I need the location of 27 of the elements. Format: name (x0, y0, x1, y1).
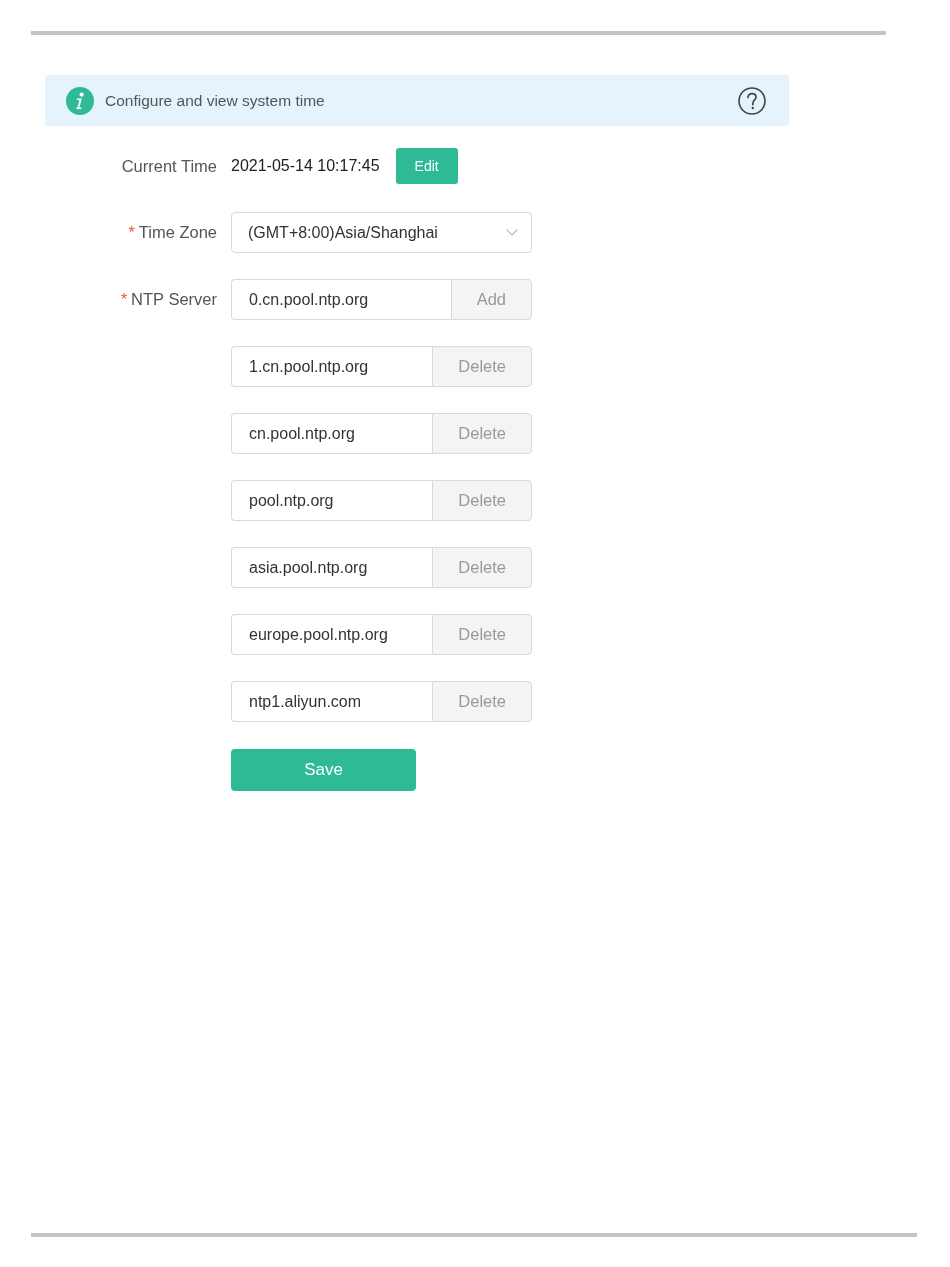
info-icon (66, 86, 94, 115)
delete-button[interactable]: Delete (432, 614, 532, 655)
current-time-value: 2021-05-14 10:17:45 (231, 157, 380, 175)
delete-button[interactable]: Delete (432, 346, 532, 387)
ntp-server-field[interactable]: europe.pool.ntp.org (231, 614, 433, 655)
ntp-server-field[interactable]: 0.cn.pool.ntp.org (231, 279, 451, 320)
ntp-server-field[interactable]: asia.pool.ntp.org (231, 547, 433, 588)
delete-button[interactable]: Delete (432, 681, 532, 722)
form-label: Current Time (121, 156, 217, 176)
required-asterisk: * (128, 223, 135, 242)
banner-text: Configure and view system time (105, 91, 326, 110)
chevron-down-icon (506, 229, 518, 236)
help-icon[interactable] (738, 86, 766, 115)
edit-button[interactable]: Edit (395, 148, 458, 184)
ntp-server-field[interactable]: pool.ntp.org (231, 480, 433, 521)
form-label: NTP Server (131, 290, 217, 309)
delete-button[interactable]: Delete (432, 413, 532, 454)
delete-button[interactable]: Delete (432, 480, 532, 521)
ntp-server-field[interactable]: ntp1.aliyun.com (231, 681, 433, 722)
save-button[interactable]: Save (231, 749, 416, 791)
time-zone-select[interactable]: (GMT+8:00)Asia/Shanghai (231, 212, 532, 253)
form-label: Time Zone (138, 223, 217, 242)
ntp-server-field[interactable]: cn.pool.ntp.org (231, 413, 433, 454)
add-button[interactable]: Add (450, 279, 532, 320)
required-asterisk: * (120, 290, 128, 309)
ntp-server-field[interactable]: 1.cn.pool.ntp.org (231, 346, 433, 387)
delete-button[interactable]: Delete (432, 547, 532, 588)
